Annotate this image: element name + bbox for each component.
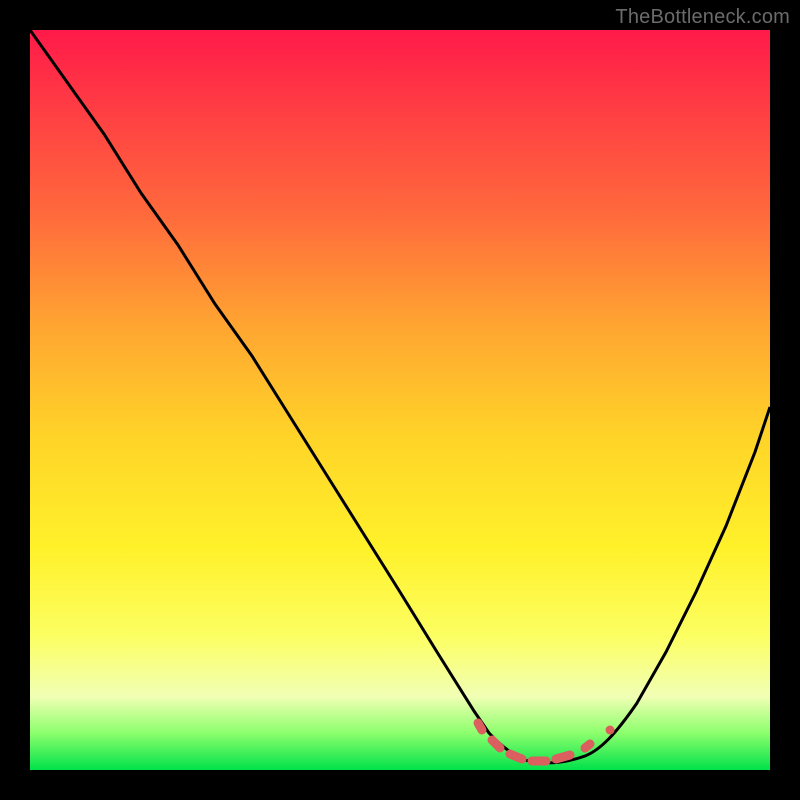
bottleneck-curve xyxy=(30,30,770,763)
curve-svg xyxy=(30,30,770,770)
chart-frame: TheBottleneck.com xyxy=(0,0,800,800)
highlight-band xyxy=(478,723,615,761)
watermark-text: TheBottleneck.com xyxy=(615,6,790,29)
plot-area xyxy=(30,30,770,770)
